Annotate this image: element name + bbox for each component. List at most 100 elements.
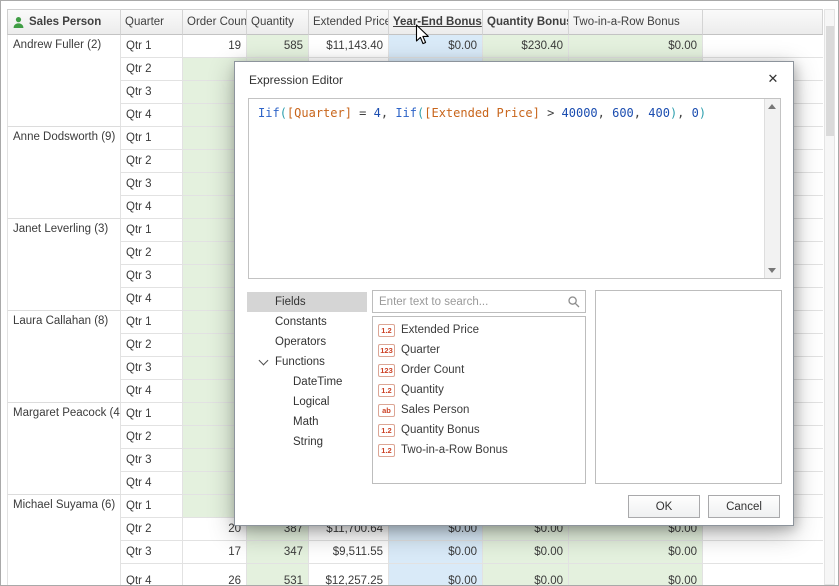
expression-token: , bbox=[634, 106, 648, 120]
quarter-cell[interactable]: Qtr 4 bbox=[121, 380, 183, 403]
column-header-year-end-bonus[interactable]: Year-End Bonus bbox=[389, 9, 483, 35]
quarter-cell[interactable]: Qtr 2 bbox=[121, 242, 183, 265]
category-label: Logical bbox=[293, 396, 329, 408]
search-box[interactable] bbox=[372, 290, 586, 313]
quarter-cell[interactable]: Qtr 1 bbox=[121, 127, 183, 150]
quantity-bonus-cell[interactable]: $230.40 bbox=[483, 35, 569, 58]
column-header-sales-person[interactable]: Sales Person bbox=[7, 9, 121, 35]
quarter-cell[interactable]: Qtr 4 bbox=[121, 472, 183, 495]
field-label: Order Count bbox=[401, 364, 464, 376]
category-item-string[interactable]: String bbox=[247, 432, 367, 452]
quarter-cell[interactable]: Qtr 1 bbox=[121, 495, 183, 518]
sales-person-cell[interactable]: Michael Suyama (6) bbox=[7, 495, 121, 586]
field-item-extended-price[interactable]: 1.2Extended Price bbox=[373, 320, 585, 340]
expression-token: ) bbox=[699, 106, 706, 120]
quantity-cell[interactable]: 347 bbox=[247, 541, 309, 564]
column-header-quantity-bonus[interactable]: Quantity Bonus bbox=[483, 9, 569, 35]
ok-button[interactable]: OK bbox=[628, 495, 700, 518]
expression-token: , bbox=[381, 106, 395, 120]
dialog-buttons: OK Cancel bbox=[628, 495, 780, 518]
field-item-two-in-a-row-bonus[interactable]: 1.2Two-in-a-Row Bonus bbox=[373, 440, 585, 460]
category-label: Math bbox=[293, 416, 319, 428]
category-item-functions[interactable]: Functions bbox=[247, 352, 367, 372]
quarter-cell[interactable]: Qtr 4 bbox=[121, 564, 183, 586]
search-input[interactable] bbox=[373, 291, 567, 312]
cancel-button[interactable]: Cancel bbox=[708, 495, 780, 518]
expression-input[interactable]: Iif([Quarter] = 4, Iif([Extended Price] … bbox=[248, 98, 781, 279]
field-item-order-count[interactable]: 123Order Count bbox=[373, 360, 585, 380]
field-type-icon: 123 bbox=[378, 344, 395, 357]
grid-row: Qtr 119585$11,143.40$0.00$230.40$0.00 bbox=[121, 35, 823, 58]
field-item-quantity-bonus[interactable]: 1.2Quantity Bonus bbox=[373, 420, 585, 440]
quarter-cell[interactable]: Qtr 1 bbox=[121, 35, 183, 58]
sales-person-cell[interactable]: Margaret Peacock (4) bbox=[7, 403, 121, 495]
column-header-label: Year-End Bonus bbox=[393, 16, 482, 28]
column-header-extended-price[interactable]: Extended Price bbox=[309, 9, 389, 35]
field-item-sales-person[interactable]: abSales Person bbox=[373, 400, 585, 420]
category-label: Constants bbox=[275, 316, 327, 328]
category-item-datetime[interactable]: DateTime bbox=[247, 372, 367, 392]
order-count-cell[interactable]: 19 bbox=[183, 35, 247, 58]
quantity-bonus-cell[interactable]: $0.00 bbox=[483, 564, 569, 586]
scroll-down-icon[interactable] bbox=[768, 268, 776, 273]
quarter-cell[interactable]: Qtr 4 bbox=[121, 104, 183, 127]
quarter-cell[interactable]: Qtr 3 bbox=[121, 265, 183, 288]
field-item-quantity[interactable]: 1.2Quantity bbox=[373, 380, 585, 400]
extended-price-cell[interactable]: $12,257.25 bbox=[309, 564, 389, 586]
quarter-cell[interactable]: Qtr 3 bbox=[121, 541, 183, 564]
quarter-cell[interactable]: Qtr 4 bbox=[121, 288, 183, 311]
quarter-cell[interactable]: Qtr 3 bbox=[121, 449, 183, 472]
quarter-cell[interactable]: Qtr 2 bbox=[121, 58, 183, 81]
expression-token: Iif bbox=[395, 106, 417, 120]
quarter-cell[interactable]: Qtr 2 bbox=[121, 426, 183, 449]
two-in-a-row-bonus-cell[interactable]: $0.00 bbox=[569, 35, 703, 58]
column-header-quarter[interactable]: Quarter bbox=[121, 9, 183, 35]
vertical-scrollbar[interactable] bbox=[824, 9, 835, 585]
category-item-constants[interactable]: Constants bbox=[247, 312, 367, 332]
quarter-cell[interactable]: Qtr 2 bbox=[121, 334, 183, 357]
two-in-a-row-bonus-cell[interactable]: $0.00 bbox=[569, 541, 703, 564]
description-panel bbox=[595, 290, 782, 484]
year-end-bonus-cell[interactable]: $0.00 bbox=[389, 564, 483, 586]
scroll-up-icon[interactable] bbox=[768, 104, 776, 109]
sales-person-cell[interactable]: Andrew Fuller (2) bbox=[7, 35, 121, 127]
quarter-cell[interactable]: Qtr 3 bbox=[121, 173, 183, 196]
quarter-cell[interactable]: Qtr 2 bbox=[121, 518, 183, 541]
sales-person-cell[interactable]: Anne Dodsworth (9) bbox=[7, 127, 121, 219]
quarter-cell[interactable]: Qtr 2 bbox=[121, 150, 183, 173]
extended-price-cell[interactable]: $9,511.55 bbox=[309, 541, 389, 564]
quarter-cell[interactable]: Qtr 3 bbox=[121, 357, 183, 380]
expression-scrollbar[interactable] bbox=[764, 99, 780, 278]
quarter-cell[interactable]: Qtr 1 bbox=[121, 311, 183, 334]
field-label: Quantity bbox=[401, 384, 444, 396]
quarter-cell[interactable]: Qtr 3 bbox=[121, 81, 183, 104]
close-icon[interactable]: ✕ bbox=[763, 69, 783, 89]
quarter-cell[interactable]: Qtr 1 bbox=[121, 219, 183, 242]
scrollbar-thumb[interactable] bbox=[826, 26, 834, 136]
quantity-cell[interactable]: 531 bbox=[247, 564, 309, 586]
year-end-bonus-cell[interactable]: $0.00 bbox=[389, 541, 483, 564]
order-count-cell[interactable]: 17 bbox=[183, 541, 247, 564]
category-item-math[interactable]: Math bbox=[247, 412, 367, 432]
quarter-cell[interactable]: Qtr 1 bbox=[121, 403, 183, 426]
quantity-cell[interactable]: 585 bbox=[247, 35, 309, 58]
year-end-bonus-cell[interactable]: $0.00 bbox=[389, 35, 483, 58]
column-header-label: Order Count bbox=[187, 16, 247, 28]
sales-person-cell[interactable]: Janet Leverling (3) bbox=[7, 219, 121, 311]
column-header-label: Quarter bbox=[125, 16, 164, 28]
quantity-bonus-cell[interactable]: $0.00 bbox=[483, 541, 569, 564]
sales-person-cell[interactable]: Laura Callahan (8) bbox=[7, 311, 121, 403]
order-count-cell[interactable]: 26 bbox=[183, 564, 247, 586]
category-item-logical[interactable]: Logical bbox=[247, 392, 367, 412]
category-item-fields[interactable]: Fields bbox=[247, 292, 367, 312]
column-header-order-count[interactable]: Order Count bbox=[183, 9, 247, 35]
column-header-quantity[interactable]: Quantity bbox=[247, 9, 309, 35]
extended-price-cell[interactable]: $11,143.40 bbox=[309, 35, 389, 58]
expression-token: , bbox=[677, 106, 691, 120]
quarter-cell[interactable]: Qtr 4 bbox=[121, 196, 183, 219]
field-item-quarter[interactable]: 123Quarter bbox=[373, 340, 585, 360]
two-in-a-row-bonus-cell[interactable]: $0.00 bbox=[569, 564, 703, 586]
header-filler bbox=[703, 9, 823, 35]
column-header-two-in-a-row-bonus[interactable]: Two-in-a-Row Bonus bbox=[569, 9, 703, 35]
category-item-operators[interactable]: Operators bbox=[247, 332, 367, 352]
